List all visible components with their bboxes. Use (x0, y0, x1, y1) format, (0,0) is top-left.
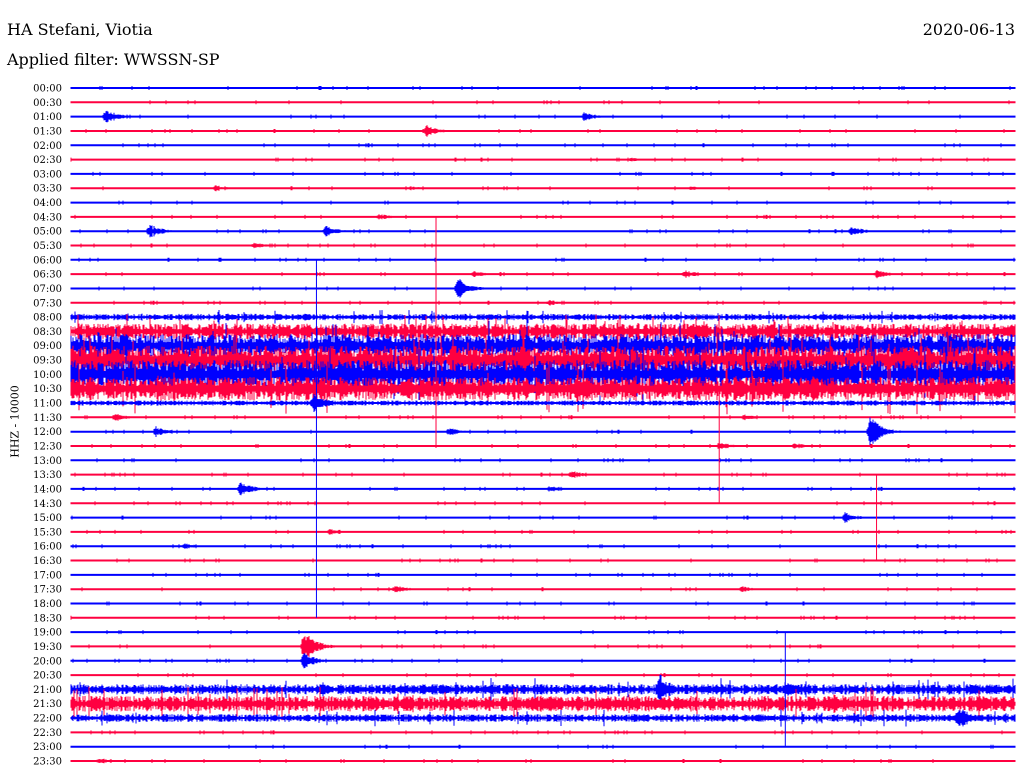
trace-row-0400 (70, 200, 1016, 205)
time-tick-label: 03:30 (33, 184, 62, 195)
time-tick-label: 13:30 (33, 470, 62, 481)
time-tick-label: 13:00 (33, 456, 62, 467)
time-tick-label: 00:30 (33, 98, 62, 109)
time-tick-label: 21:00 (33, 685, 62, 696)
trace-row-0330 (70, 185, 1016, 192)
trace-row-0800 (70, 310, 1016, 325)
time-tick-label: 08:00 (33, 313, 62, 324)
time-tick-label: 16:30 (33, 556, 62, 567)
trace-row-0130 (70, 125, 1016, 137)
time-tick-label: 17:30 (33, 585, 62, 596)
trace-row-1530 (70, 529, 1016, 535)
time-tick-label: 22:00 (33, 714, 62, 725)
trace-row-2030 (70, 673, 1016, 678)
time-tick-label: 20:00 (33, 656, 62, 667)
time-tick-label: 12:00 (33, 427, 62, 438)
time-tick-label: 01:30 (33, 126, 62, 137)
trace-row-1600 (70, 543, 1016, 549)
time-tick-label: 10:30 (33, 384, 62, 395)
time-tick-label: 08:30 (33, 327, 62, 338)
time-tick-label: 10:00 (33, 370, 62, 381)
trace-row-0600 (70, 257, 1016, 262)
trace-row-1230 (70, 443, 1016, 449)
time-tick-label: 20:30 (33, 671, 62, 682)
time-tick-label: 09:30 (33, 356, 62, 367)
time-tick-label: 07:30 (33, 298, 62, 309)
time-tick-label: 22:30 (33, 728, 62, 739)
trace-row-1700 (70, 572, 1016, 577)
trace-row-1930 (70, 636, 1016, 657)
time-tick-label: 11:00 (33, 399, 62, 410)
time-tick-label: 14:30 (33, 499, 62, 510)
trace-row-0300 (70, 171, 1016, 176)
trace-row-2000 (70, 653, 1016, 669)
time-tick-label: 12:30 (33, 441, 62, 452)
time-tick-label: 01:00 (33, 112, 62, 123)
trace-row-1500 (70, 512, 1016, 523)
trace-row-1430 (70, 501, 1016, 506)
trace-row-0730 (70, 300, 1016, 306)
trace-row-1800 (70, 601, 1016, 606)
time-tick-label: 14:00 (33, 484, 62, 495)
trace-row-1830 (70, 615, 1016, 620)
time-tick-label: 07:00 (33, 284, 62, 295)
time-tick-label: 23:00 (33, 742, 62, 753)
trace-row-2230 (70, 730, 1016, 735)
time-tick-label: 03:00 (33, 169, 62, 180)
trace-row-0630 (70, 270, 1016, 279)
trace-row-0430 (70, 214, 1016, 220)
time-tick-label: 17:00 (33, 570, 62, 581)
time-tick-label: 23:30 (33, 757, 62, 768)
trace-row-0000 (70, 86, 1016, 90)
trace-row-2330 (70, 758, 1016, 764)
time-tick-label: 18:30 (33, 613, 62, 624)
trace-row-0100 (70, 110, 1016, 123)
time-tick-label: 09:00 (33, 341, 62, 352)
time-tick-label: 19:00 (33, 628, 62, 639)
time-tick-label: 05:00 (33, 227, 62, 238)
time-tick-label: 18:00 (33, 599, 62, 610)
trace-row-0500 (70, 225, 1016, 238)
trace-row-0030 (70, 100, 1016, 105)
time-tick-label: 02:30 (33, 155, 62, 166)
trace-row-1630 (70, 558, 1016, 563)
trace-row-0230 (70, 157, 1016, 162)
time-tick-label: 06:00 (33, 255, 62, 266)
time-tick-label: 19:30 (33, 642, 62, 653)
time-tick-label: 00:00 (33, 84, 62, 95)
helicorder-plot: 00:00 00:30 01:00 01:30 02:00 02:30 03:00 03:30… (33, 84, 1016, 768)
trace-row-1330 (70, 471, 1016, 478)
trace-row-0200 (70, 143, 1016, 148)
trace-row-1900 (70, 630, 1016, 635)
trace-row-1100 (70, 394, 1016, 412)
time-tick-label: 04:30 (33, 212, 62, 223)
time-tick-label: 21:30 (33, 699, 62, 710)
trace-row-1730 (70, 586, 1016, 593)
trace-row-2300 (70, 744, 1016, 749)
trace-row-1400 (70, 482, 1016, 496)
trace-row-1200 (70, 417, 1016, 446)
time-tick-label: 11:30 (33, 413, 62, 424)
time-tick-label: 02:00 (33, 141, 62, 152)
trace-row-0530 (70, 242, 1016, 249)
time-tick-label: 15:00 (33, 513, 62, 524)
trace-row-0700 (70, 279, 1016, 298)
time-tick-label: 15:30 (33, 527, 62, 538)
time-tick-label: 04:00 (33, 198, 62, 209)
time-tick-label: 05:30 (33, 241, 62, 252)
trace-row-1300 (70, 458, 1016, 463)
time-tick-label: 16:00 (33, 542, 62, 553)
time-tick-label: 06:30 (33, 270, 62, 281)
